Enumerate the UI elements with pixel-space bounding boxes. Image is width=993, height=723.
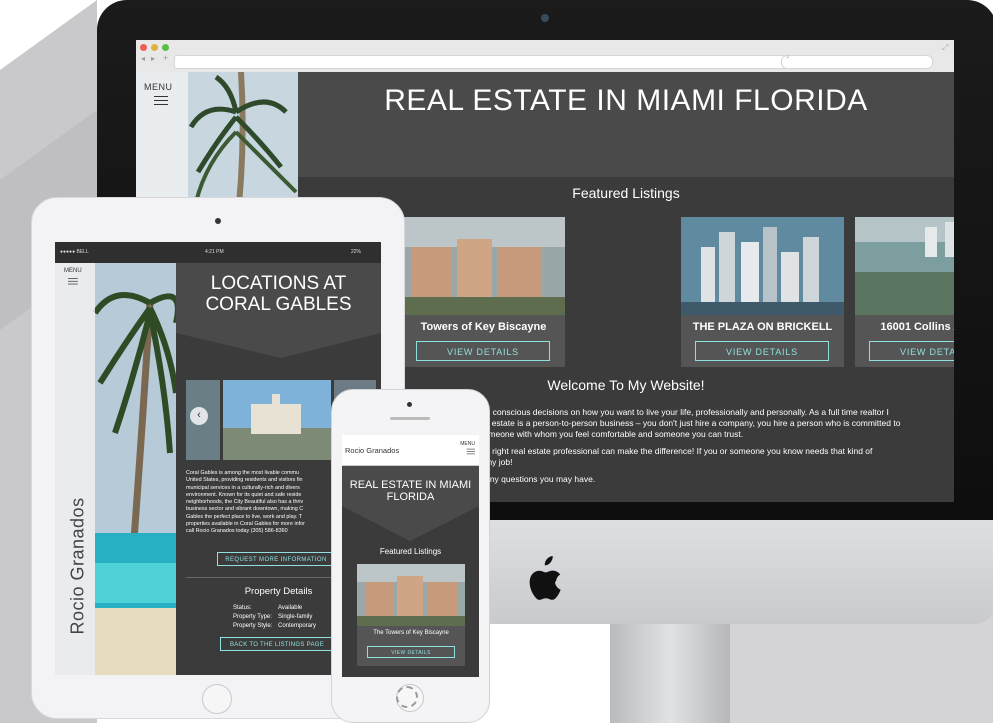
menu-label[interactable]: MENU [64,268,82,274]
hero-title: REAL ESTATE IN MIAMI FLORIDA [384,84,868,117]
loading-spinner-icon [396,686,418,708]
hamburger-menu-icon[interactable] [154,93,168,108]
hamburger-menu-icon[interactable] [466,447,475,456]
listing-card[interactable]: The Towers of Key Biscayne VIEW DETAILS [357,564,465,666]
welcome-text: are conscious decisions on how you want … [478,407,948,485]
clock-label: 4:21 PM [205,249,224,255]
battery-label: 22% [351,249,362,255]
page-title-line: LOCATIONS AT [210,273,347,294]
minimize-window-icon[interactable] [151,44,158,51]
new-tab-icon[interactable]: + [163,53,168,63]
view-details-button[interactable]: VIEW DETAILS [416,341,550,361]
detail-value: Available [278,605,303,611]
welcome-line: e my job! [478,457,513,467]
back-arrow-icon[interactable]: ◂ [141,54,145,63]
listing-title: THE PLAZA ON BRICKELL [692,321,833,333]
maximize-window-icon[interactable] [162,44,169,51]
browser-search-field[interactable] [781,55,933,69]
welcome-line: Someone with whom you feel comfortable a… [478,429,744,439]
featured-listings-heading: Featured Listings [379,547,442,556]
view-details-button[interactable]: VIEW DETAILS [869,341,954,361]
browser-toolbar: ◂ ▸ + ⌕ ⤢ [136,40,954,73]
listing-card[interactable]: THE PLAZA ON BRICKELL VIEW DETAILS [681,217,844,367]
close-window-icon[interactable] [140,44,147,51]
carrier-label: ●●●●● BELL [60,249,89,255]
listing-title: Towers of Key Biscayne [420,321,547,333]
iphone-screen: Rocio Granados MENU REAL ESTATE IN MIAMI… [342,435,479,677]
welcome-line: the right real estate professional can m… [478,446,873,456]
detail-label: Status: [233,605,252,611]
forward-arrow-icon[interactable]: ▸ [151,54,155,63]
view-details-button[interactable]: VIEW DETAILS [367,646,455,658]
gallery-prev-icon[interactable]: ‹ [190,407,208,425]
ipad-sidebar: MENU Rocio Granados [55,263,176,675]
hamburger-menu-icon[interactable] [68,276,78,286]
iphone-speaker [390,417,430,420]
search-icon: ⌕ [786,54,790,61]
listing-title: The Towers of Key Biscayne [373,630,449,636]
address-bar[interactable] [174,55,808,69]
site-name[interactable]: Rocio Granados [345,446,399,455]
agent-name-vertical: Rocio Granados [67,497,88,635]
iphone-camera [407,402,412,407]
hero-title-line: REAL ESTATE IN MIAMI [349,479,472,491]
hero-title: REAL ESTATE IN MIAMI FLORIDA [342,479,479,503]
listing-photo [681,217,844,315]
hero-title-line: FLORIDA [386,491,435,503]
detail-label: Property Type: [233,614,272,620]
imac-stand [610,624,730,723]
listing-photo [855,217,954,315]
page-title: LOCATIONS AT CORAL GABLES [176,273,381,315]
ipad-status-bar: ●●●●● BELL 4:21 PM 22% [55,242,381,263]
page-title-line: CORAL GABLES [205,294,352,315]
apple-logo-icon [529,556,561,600]
detail-label: Property Style: [233,623,273,629]
ipad-camera [215,218,221,224]
view-details-button[interactable]: VIEW DETAILS [695,341,829,361]
request-info-button[interactable]: REQUEST MORE INFORMATION [217,552,335,566]
welcome-line: eal estate is a person-to-person busines… [478,418,901,428]
listing-card[interactable]: 16001 Collins Avenue VIEW DETAILS [855,217,954,367]
back-to-listings-button[interactable]: BACK TO THE LISTINGS PAGE [220,637,334,651]
menu-label[interactable]: MENU [144,82,173,92]
detail-value: Contemporary [278,623,317,629]
listing-photo [357,564,465,626]
ipad-home-button[interactable] [202,684,232,714]
welcome-line: are conscious decisions on how you want … [478,407,889,417]
iphone-frame: Rocio Granados MENU REAL ESTATE IN MIAMI… [331,389,490,723]
listing-photo [402,217,565,315]
imac-camera [541,14,549,22]
hero-chevron [342,466,479,541]
listing-card[interactable]: Towers of Key Biscayne VIEW DETAILS [402,217,565,367]
listing-title: 16001 Collins Avenue [880,321,954,333]
fullscreen-icon[interactable]: ⤢ [942,43,948,53]
mobile-header: Rocio Granados MENU [342,435,479,466]
detail-value: Single-family [278,614,313,620]
welcome-line: h any questions you may have. [478,474,596,484]
hero-chevron [298,125,954,170]
featured-listings-heading: Featured Listings [572,185,680,201]
